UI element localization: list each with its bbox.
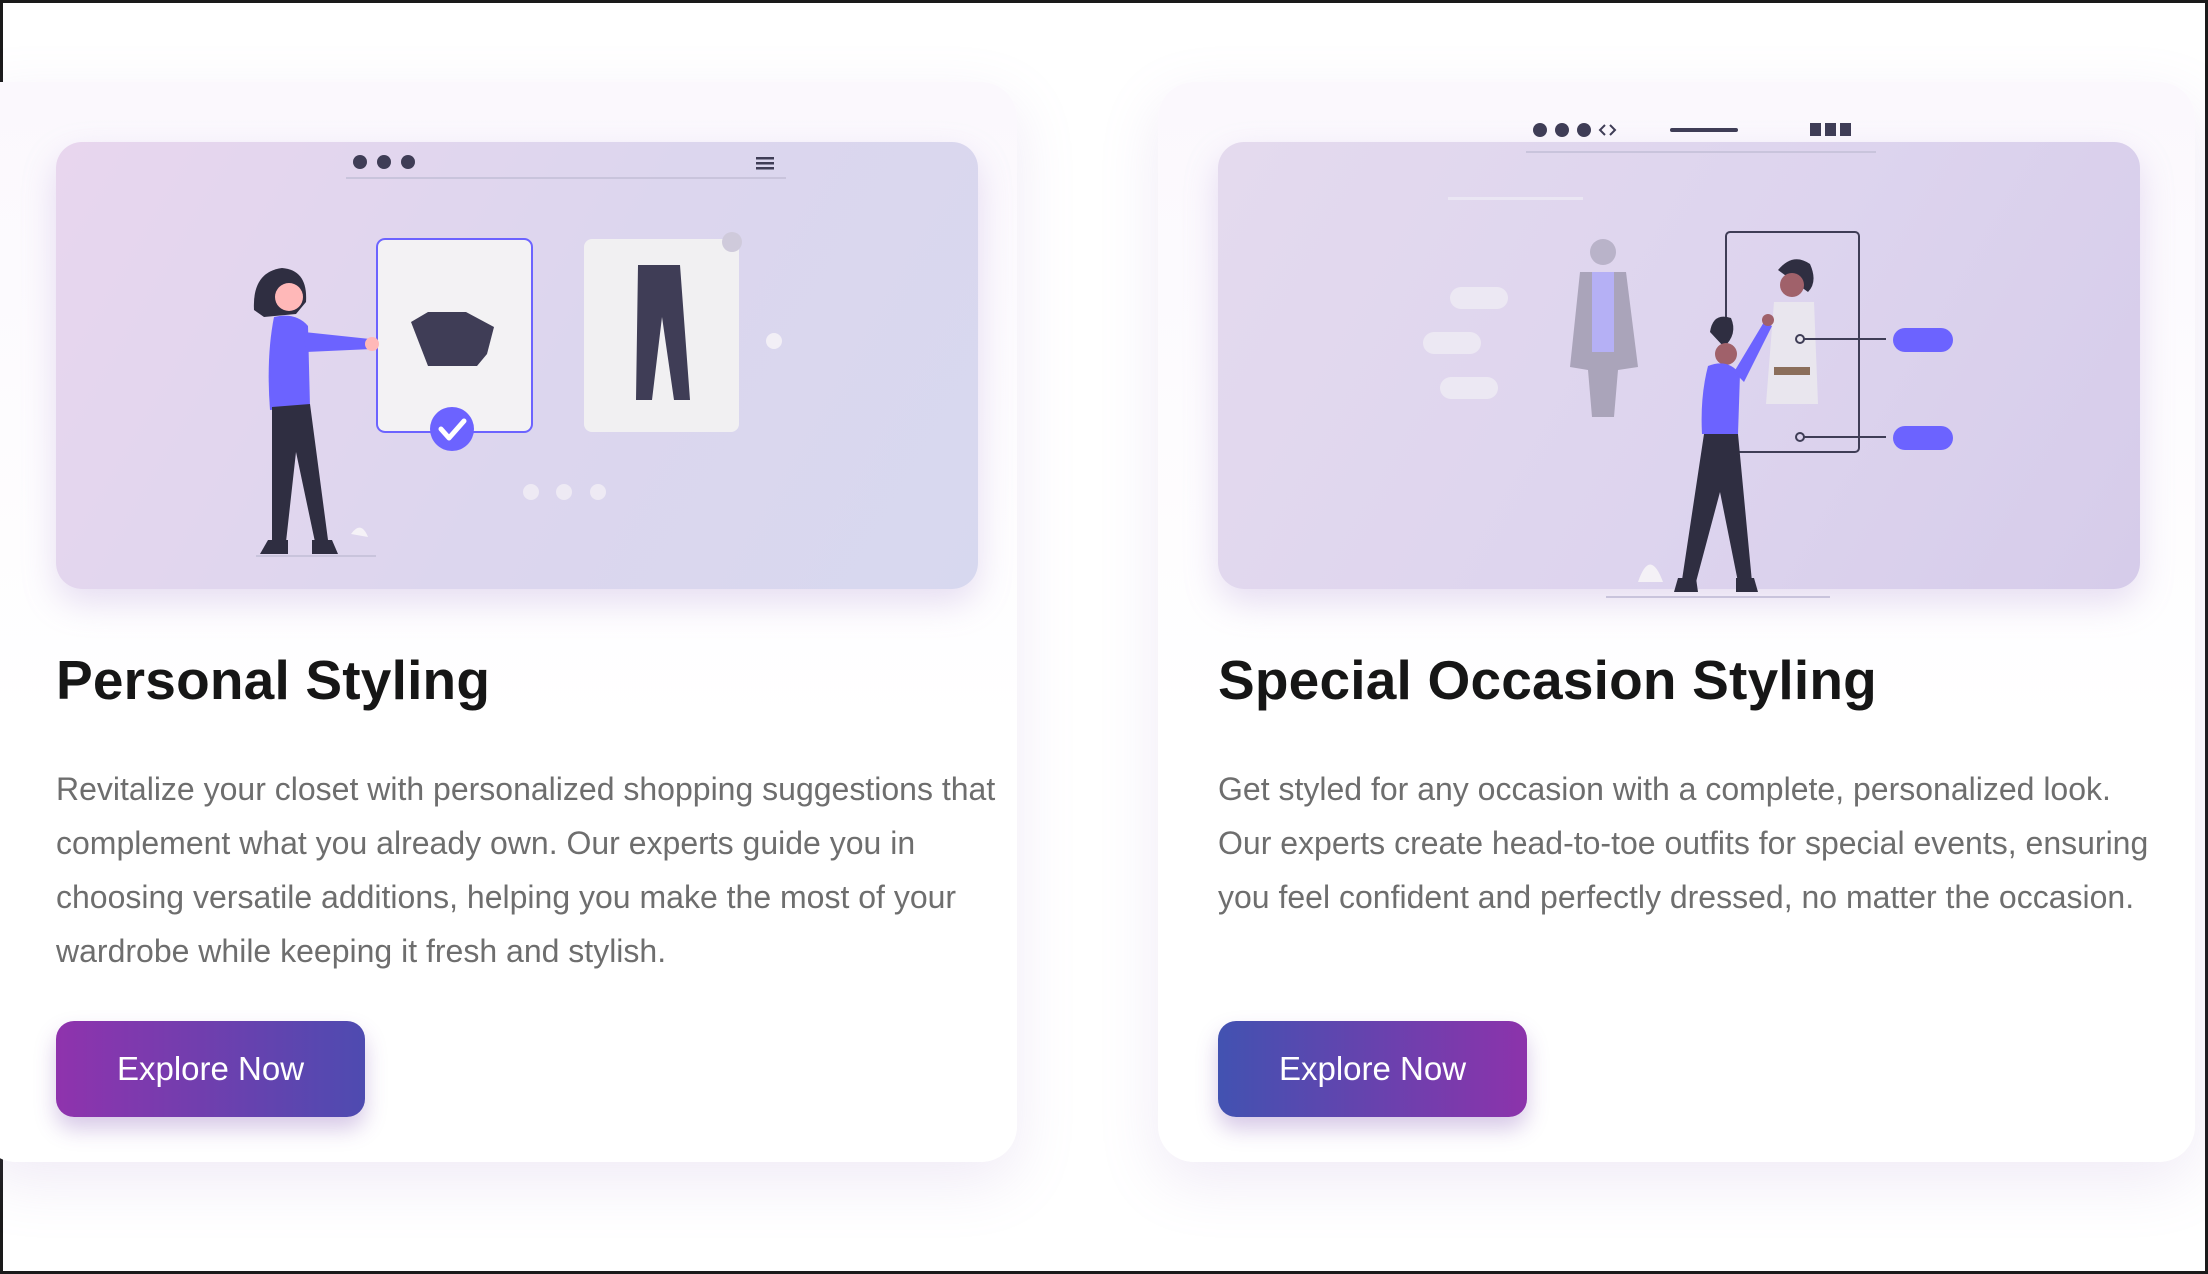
occasion-styling-illustration-icon [1423,123,1953,598]
card-title: Special Occasion Styling [1218,649,1877,711]
card-title: Personal Styling [56,649,491,711]
personal-styling-illustration-icon [253,155,786,557]
occasion-styling-illustration [1218,123,2140,598]
card-description: Get styled for any occasion with a compl… [1218,771,2149,915]
explore-now-button[interactable]: Explore Now [56,1021,365,1117]
explore-now-button[interactable]: Explore Now [1218,1021,1527,1117]
special-occasion-styling-card: Special Occasion Styling Get styled for … [1158,82,2195,1162]
personal-styling-illustration [56,142,978,589]
card-description: Revitalize your closet with personalized… [56,771,996,969]
personal-styling-card: Personal Styling Revitalize your closet … [0,82,1017,1162]
